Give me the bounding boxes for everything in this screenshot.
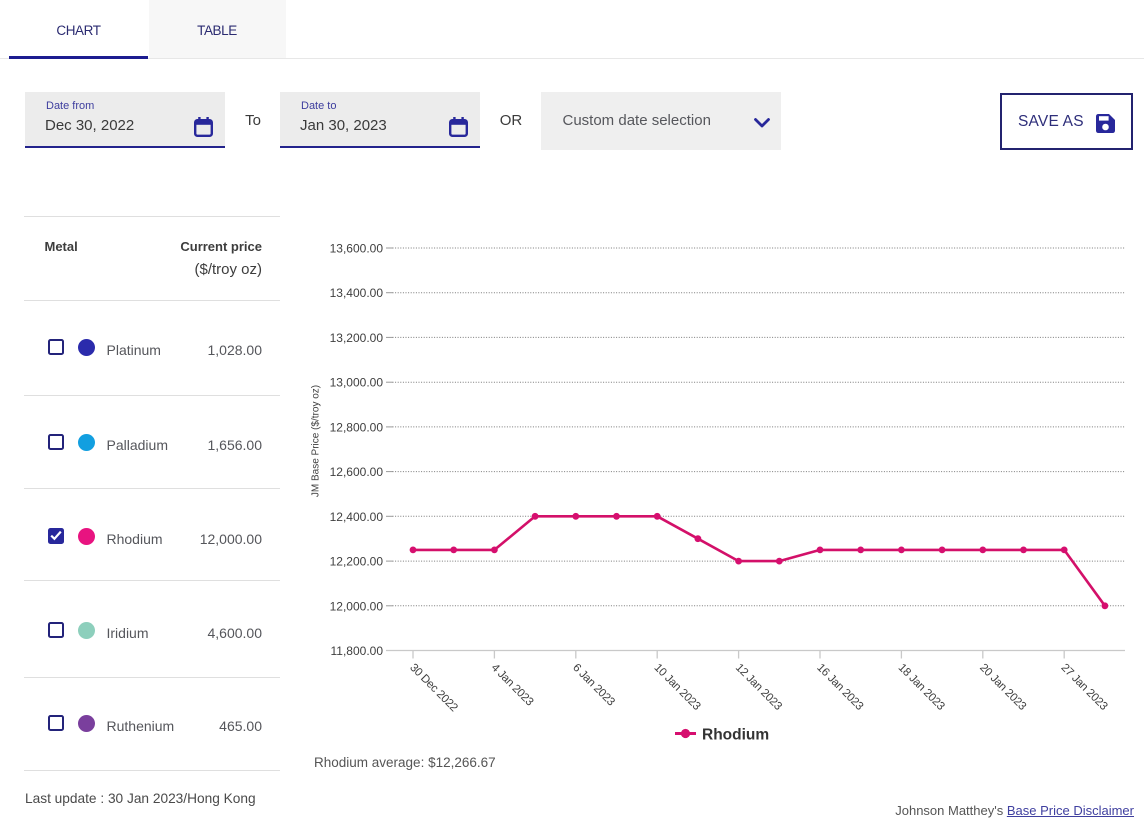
svg-text:13,000.00: 13,000.00 xyxy=(330,376,384,390)
svg-text:JM Base Price ($/troy oz): JM Base Price ($/troy oz) xyxy=(311,385,322,497)
svg-text:18 Jan 2023: 18 Jan 2023 xyxy=(896,662,947,713)
svg-text:13,600.00: 13,600.00 xyxy=(330,242,384,256)
svg-text:16 Jan 2023: 16 Jan 2023 xyxy=(814,662,865,713)
svg-text:12,800.00: 12,800.00 xyxy=(330,420,384,434)
svg-text:11,800.00: 11,800.00 xyxy=(331,644,384,658)
svg-text:12,400.00: 12,400.00 xyxy=(330,510,384,524)
svg-text:27 Jan 2023: 27 Jan 2023 xyxy=(1058,662,1109,713)
svg-text:30 Dec 2022: 30 Dec 2022 xyxy=(407,662,459,714)
svg-text:12,600.00: 12,600.00 xyxy=(330,465,384,479)
svg-text:12,000.00: 12,000.00 xyxy=(330,599,384,613)
svg-text:13,200.00: 13,200.00 xyxy=(330,331,384,345)
svg-text:13,400.00: 13,400.00 xyxy=(330,286,384,300)
svg-text:12,200.00: 12,200.00 xyxy=(330,555,384,569)
svg-text:Rhodium: Rhodium xyxy=(702,727,769,744)
svg-text:10 Jan 2023: 10 Jan 2023 xyxy=(651,662,702,713)
svg-text:4 Jan 2023: 4 Jan 2023 xyxy=(489,662,536,709)
svg-text:6 Jan 2023: 6 Jan 2023 xyxy=(570,662,617,709)
svg-text:20 Jan 2023: 20 Jan 2023 xyxy=(977,662,1028,713)
svg-text:12 Jan 2023: 12 Jan 2023 xyxy=(733,662,784,713)
